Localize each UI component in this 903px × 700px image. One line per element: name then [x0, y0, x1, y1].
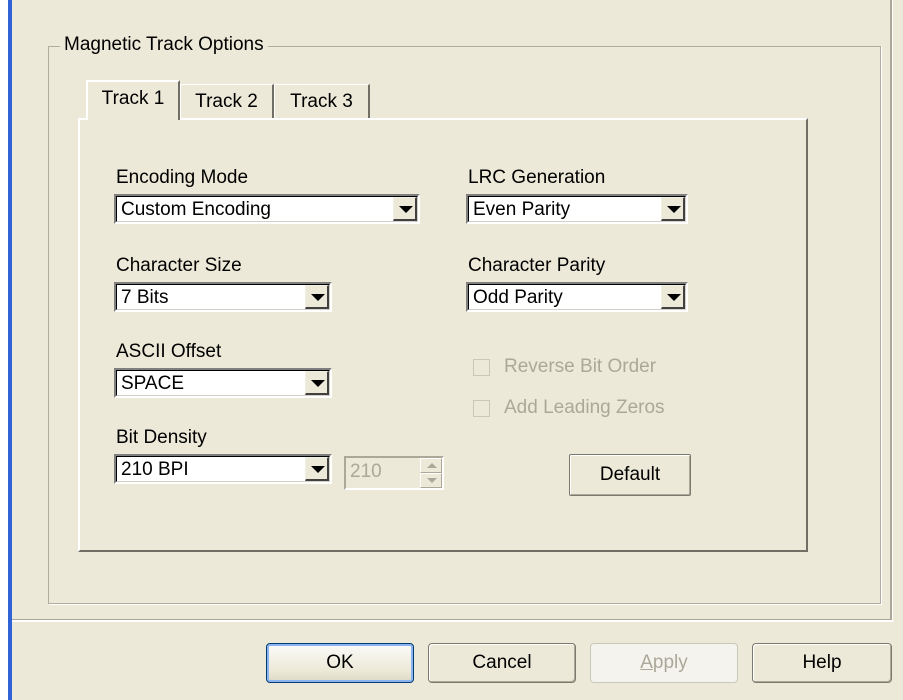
combo-frame: Odd Parity — [468, 284, 686, 310]
panel-border — [890, 0, 891, 620]
bit-density-label: Bit Density — [116, 427, 207, 448]
bit-density-spin-value: 210 — [350, 461, 382, 482]
character-size-dropdown-button[interactable] — [305, 285, 329, 309]
panel-border — [12, 621, 894, 622]
lrc-generation-label: LRC Generation — [468, 167, 606, 188]
reverse-bit-order-checkbox[interactable] — [473, 359, 490, 376]
combo-frame: Even Parity — [468, 196, 686, 222]
triangle-down-icon — [427, 478, 437, 483]
lrc-generation-select[interactable]: Even Parity — [466, 194, 688, 224]
character-parity-value: Odd Parity — [473, 287, 563, 308]
ok-button[interactable]: OK — [266, 643, 414, 683]
chevron-down-icon — [667, 294, 681, 301]
encoding-mode-select[interactable]: Custom Encoding — [114, 194, 420, 224]
combo-frame: SPACE — [116, 370, 330, 396]
character-size-label: Character Size — [116, 255, 242, 276]
ascii-offset-value: SPACE — [121, 373, 185, 394]
bit-density-select[interactable]: 210 BPI — [114, 454, 332, 484]
character-size-select[interactable]: 7 Bits — [114, 282, 332, 312]
panel-border — [12, 619, 892, 620]
spin-down-button[interactable] — [420, 473, 442, 488]
character-parity-select[interactable]: Odd Parity — [466, 282, 688, 312]
tab-track-3[interactable]: Track 3 — [274, 84, 370, 120]
chevron-down-icon — [311, 294, 325, 301]
help-button[interactable]: Help — [752, 643, 892, 683]
chevron-down-icon — [399, 206, 413, 213]
spin-up-button[interactable] — [420, 458, 442, 473]
apply-mnemonic: A — [640, 652, 653, 673]
encoding-mode-value: Custom Encoding — [121, 199, 271, 220]
group-title: Magnetic Track Options — [60, 34, 268, 56]
bit-density-dropdown-button[interactable] — [305, 457, 329, 481]
add-leading-zeros-label: Add Leading Zeros — [504, 397, 665, 418]
character-parity-label: Character Parity — [468, 255, 606, 276]
ascii-offset-dropdown-button[interactable] — [305, 371, 329, 395]
character-parity-dropdown-button[interactable] — [661, 285, 685, 309]
combo-frame: Custom Encoding — [116, 196, 418, 222]
lrc-generation-value: Even Parity — [473, 199, 571, 220]
chevron-down-icon — [311, 466, 325, 473]
character-size-value: 7 Bits — [121, 287, 169, 308]
window-edge — [0, 0, 8, 700]
ascii-offset-label: ASCII Offset — [116, 341, 222, 362]
bit-density-spinner[interactable]: 210 — [344, 456, 444, 490]
ascii-offset-select[interactable]: SPACE — [114, 368, 332, 398]
chevron-down-icon — [311, 380, 325, 387]
reverse-bit-order-label: Reverse Bit Order — [504, 356, 657, 377]
lrc-generation-dropdown-button[interactable] — [661, 197, 685, 221]
tab-track-2[interactable]: Track 2 — [180, 84, 274, 120]
apply-button[interactable]: Apply — [590, 643, 738, 683]
apply-label-rest: pply — [652, 652, 688, 673]
default-button[interactable]: Default — [569, 454, 691, 496]
cancel-button[interactable]: Cancel — [428, 643, 576, 683]
triangle-up-icon — [427, 463, 437, 468]
chevron-down-icon — [667, 206, 681, 213]
dialog: Magnetic Track Options Track 1 Track 2 T… — [12, 0, 903, 700]
tab-track-1[interactable]: Track 1 — [86, 80, 180, 120]
encoding-mode-dropdown-button[interactable] — [393, 197, 417, 221]
bit-density-value: 210 BPI — [121, 459, 189, 480]
combo-frame: 210 BPI — [116, 456, 330, 482]
spinner-buttons — [420, 458, 442, 488]
encoding-mode-label: Encoding Mode — [116, 167, 249, 188]
add-leading-zeros-checkbox[interactable] — [473, 400, 490, 417]
combo-frame: 7 Bits — [116, 284, 330, 310]
panel-border — [892, 0, 893, 622]
